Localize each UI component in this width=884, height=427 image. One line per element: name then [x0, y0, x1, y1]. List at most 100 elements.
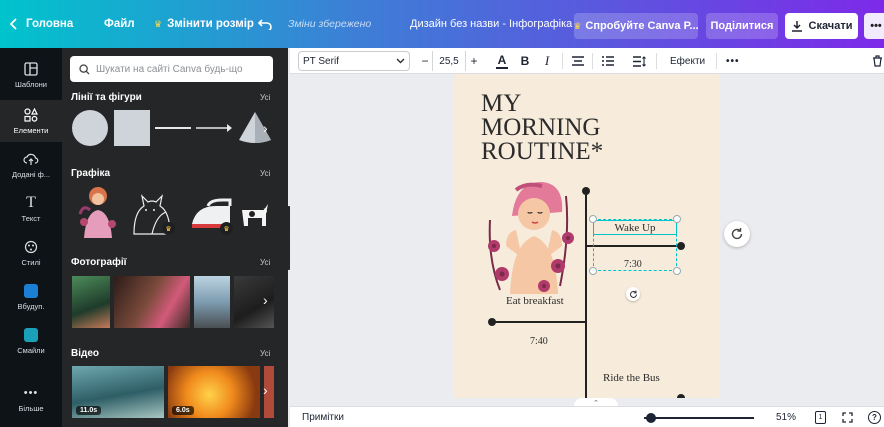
chevron-right-icon[interactable]: › — [263, 292, 268, 308]
rail-label: Додані ф... — [11, 169, 51, 179]
resize-button[interactable]: ♛ Змінити розмір — [154, 0, 254, 48]
document-title[interactable]: Дизайн без назви - Інфографіка — [410, 0, 572, 48]
shape-arrow-line[interactable] — [196, 122, 234, 134]
rail-item-templates[interactable]: Шаблони — [0, 54, 62, 96]
page-icon: 1 — [815, 411, 826, 424]
zoom-level[interactable]: 51% — [776, 407, 796, 427]
help-button[interactable]: ? — [868, 407, 881, 427]
search-input[interactable] — [96, 63, 266, 75]
photo-thumbnail[interactable] — [72, 276, 110, 328]
top-bar: Головна Файл ♛ Змінити розмір Зміни збер… — [0, 0, 884, 48]
home-button[interactable]: Головна — [10, 0, 73, 48]
see-all-graphics[interactable]: Усі — [260, 169, 270, 178]
undo-icon — [258, 19, 272, 30]
shape-square[interactable] — [114, 110, 150, 146]
video-thumbnail[interactable]: 6.0s — [168, 366, 260, 418]
photo-thumbnail[interactable] — [234, 276, 274, 328]
search-box[interactable] — [70, 56, 273, 82]
download-button[interactable]: Скачати — [785, 13, 858, 39]
rail-label: Смайли — [17, 345, 45, 355]
bus-label[interactable]: Ride the Bus — [603, 372, 660, 384]
see-all-lines[interactable]: Усі — [260, 93, 270, 102]
crown-icon: ♛ — [162, 222, 175, 235]
divider — [562, 53, 563, 69]
share-button[interactable]: Поділитися — [706, 13, 778, 39]
rail-item-uploads[interactable]: Додані ф... — [0, 144, 62, 186]
more-text-options-button[interactable]: ••• — [726, 48, 740, 74]
align-center-icon[interactable] — [570, 48, 586, 74]
chevron-right-icon[interactable]: › — [263, 202, 268, 218]
design-page[interactable]: MY MORNING ROUTINE* Wake Up 7:30 Eat bre… — [454, 74, 719, 398]
more-options-button[interactable]: ••• — [864, 13, 884, 39]
rotate-handle[interactable] — [626, 287, 640, 301]
resize-label: Змінити розмір — [167, 18, 254, 30]
crown-icon: ♛ — [573, 20, 582, 31]
undo-button[interactable] — [258, 0, 272, 48]
bold-icon[interactable]: B — [518, 48, 532, 74]
notes-button[interactable]: Примітки — [302, 407, 344, 427]
zoom-thumb[interactable] — [646, 412, 656, 423]
line-spacing-icon[interactable] — [632, 48, 648, 74]
embed-app-icon — [22, 283, 40, 298]
resize-handle[interactable] — [673, 215, 681, 223]
photo-thumbnail[interactable] — [114, 276, 190, 328]
more-icon: ••• — [23, 386, 39, 399]
text-color-icon: A — [497, 52, 507, 67]
page-count-button[interactable]: 1 — [815, 407, 826, 427]
styles-icon — [22, 240, 40, 254]
shape-line[interactable] — [155, 127, 191, 129]
chevron-right-icon[interactable]: › — [263, 120, 268, 136]
bottom-bar: Примітки 51% 1 ? — [290, 406, 884, 427]
rail-item-more[interactable]: ••• Більше — [0, 378, 62, 420]
photo-thumbnail[interactable] — [194, 276, 230, 328]
refresh-icon — [731, 228, 743, 240]
rail-item-embed[interactable]: Вбудуп. — [0, 276, 62, 318]
try-canva-pro-button[interactable]: ♛ Спробуйте Canva P... — [573, 13, 699, 39]
resize-handle[interactable] — [673, 267, 681, 275]
girl-illustration[interactable] — [482, 176, 578, 294]
rail-item-elements[interactable]: Елементи — [0, 100, 62, 142]
font-size-increase-button[interactable]: + — [467, 48, 481, 74]
crown-icon: ♛ — [154, 18, 163, 29]
effects-button[interactable]: Ефекти — [670, 48, 705, 74]
design-canvas: MY MORNING ROUTINE* Wake Up 7:30 Eat bre… — [290, 74, 884, 398]
wake-up-time[interactable]: 7:30 — [624, 259, 642, 270]
trash-icon[interactable] — [872, 48, 883, 74]
see-all-photos[interactable]: Усі — [260, 258, 270, 267]
zoom-slider[interactable] — [644, 407, 754, 427]
file-menu-button[interactable]: Файл — [104, 0, 135, 48]
section-title-video: Відео — [71, 348, 100, 359]
elements-panel: Лінії та фігури Усі › Графіка Усі ♛ ♛ › … — [62, 48, 288, 427]
fullscreen-icon[interactable] — [842, 407, 853, 427]
rail-item-styles[interactable]: Стилі — [0, 232, 62, 274]
rail-item-text[interactable]: T Текст — [0, 188, 62, 230]
font-size-decrease-button[interactable]: − — [418, 48, 432, 74]
templates-icon — [22, 61, 40, 76]
refresh-page-button[interactable] — [724, 221, 750, 247]
font-dropdown[interactable]: PT Serif — [298, 51, 410, 71]
rotate-icon — [629, 290, 637, 298]
shape-circle[interactable] — [72, 110, 108, 146]
file-label: Файл — [104, 18, 135, 30]
canva-editor: Головна Файл ♛ Змінити розмір Зміни збер… — [0, 0, 884, 427]
rail-item-emoji[interactable]: Смайли — [0, 320, 62, 362]
crown-icon: ♛ — [220, 222, 233, 235]
video-duration: 11.0s — [76, 406, 102, 415]
zoom-track — [644, 412, 754, 423]
graphic-girl-illustration[interactable] — [76, 184, 120, 238]
chevron-right-icon[interactable]: › — [263, 382, 268, 398]
resize-handle[interactable] — [589, 215, 597, 223]
text-color-button[interactable]: A — [494, 48, 510, 74]
font-size-input[interactable]: 25,5 — [432, 51, 466, 71]
emoji-app-icon — [22, 327, 40, 342]
resize-handle[interactable] — [589, 267, 597, 275]
video-thumbnail[interactable]: 11.0s — [72, 366, 164, 418]
breakfast-label[interactable]: Eat breakfast — [506, 295, 564, 307]
list-icon[interactable] — [600, 48, 616, 74]
breakfast-time[interactable]: 7:40 — [530, 336, 548, 347]
rail-label: Елементи — [13, 125, 49, 135]
elements-icon — [22, 107, 40, 122]
italic-icon[interactable]: I — [540, 48, 554, 74]
chevron-down-icon — [396, 58, 405, 64]
see-all-video[interactable]: Усі — [260, 349, 270, 358]
